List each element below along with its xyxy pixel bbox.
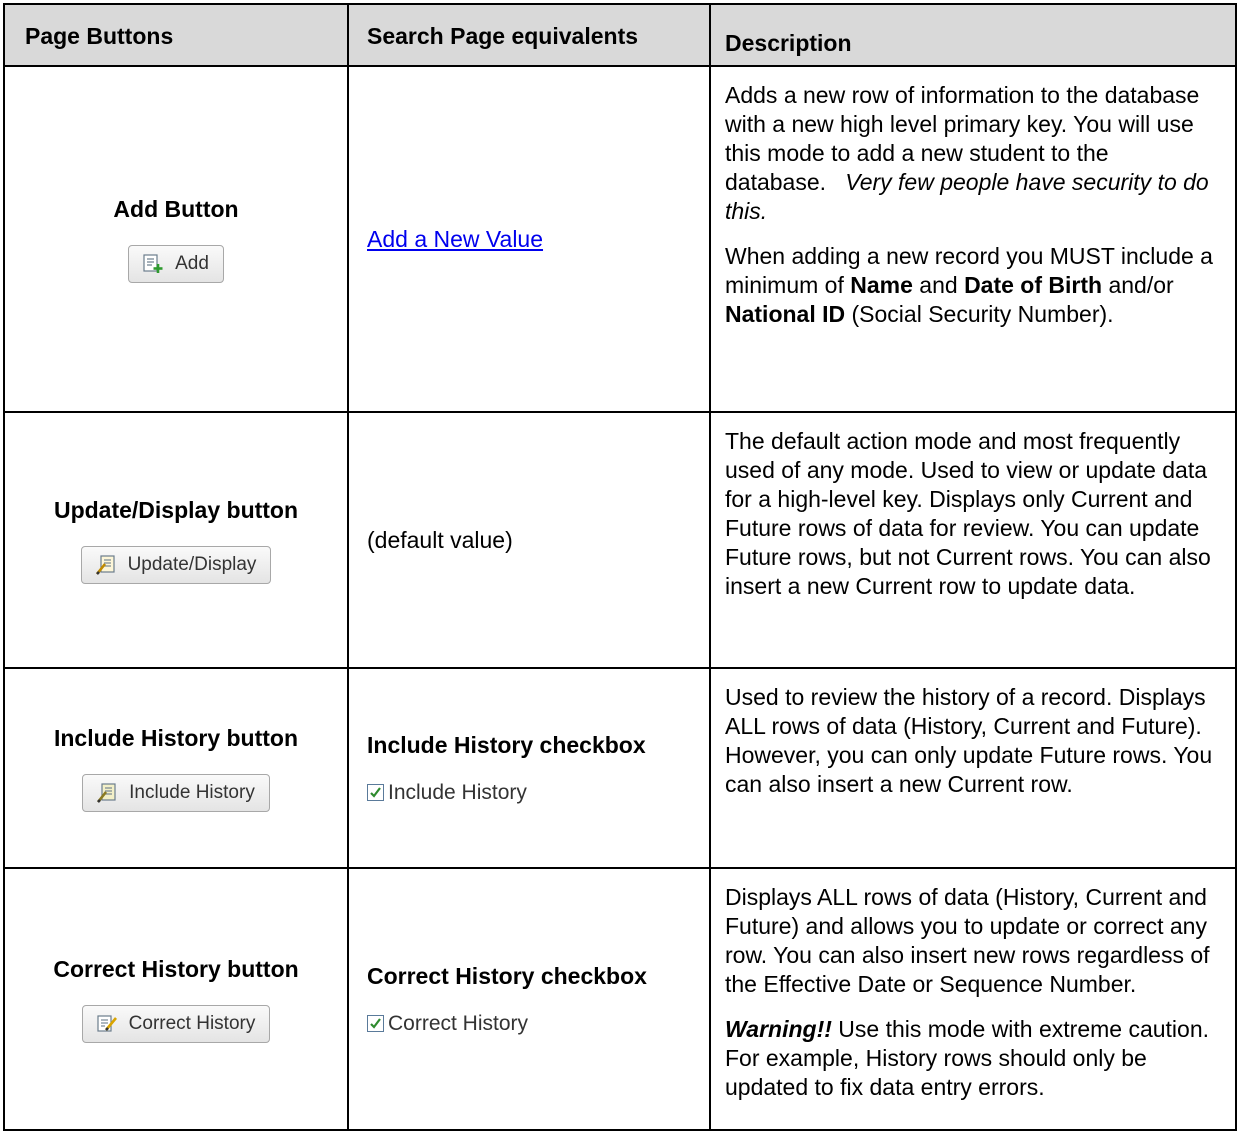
include-history-icon <box>97 782 116 803</box>
update-display-button-title: Update/Display button <box>53 496 299 523</box>
header-search-page-equivalents: Search Page equivalents <box>347 3 711 67</box>
cell-include-history-button: Include History button Include History <box>3 667 349 869</box>
correct-history-checkbox-title: Correct History checkbox <box>367 962 647 989</box>
header-row: Page Buttons Search Page equivalents Des… <box>3 3 1237 67</box>
warning-text: Warning!! <box>725 1016 832 1042</box>
update-display-icon <box>95 554 115 575</box>
add-description-p2: When adding a new record you MUST includ… <box>725 243 1213 327</box>
include-history-description: Used to review the history of a record. … <box>725 684 1213 797</box>
checkmark-icon <box>370 1018 381 1029</box>
header-description: Description <box>709 3 1237 67</box>
add-button[interactable]: Add <box>128 244 224 283</box>
correct-history-icon <box>97 1014 117 1032</box>
include-history-checkbox[interactable] <box>367 784 384 801</box>
include-history-button[interactable]: Include History <box>82 773 270 812</box>
action-modes-table: Page Buttons Search Page equivalents Des… <box>3 3 1237 1131</box>
cell-add-description: Adds a new row of information to the dat… <box>709 65 1237 413</box>
correct-history-checkbox-row: Correct History <box>367 1012 709 1036</box>
table-row-update-display: Update/Display button Update/Display (de… <box>3 411 1237 669</box>
default-value-text: (default value) <box>367 526 513 553</box>
correct-history-button-label: Correct History <box>128 1012 256 1034</box>
cell-update-display-button: Update/Display button Update/Display <box>3 411 349 669</box>
cell-correct-history-description: Displays ALL rows of data (History, Curr… <box>709 867 1237 1131</box>
cell-add-button: Add Button Add <box>3 65 349 413</box>
cell-include-history-search: Include History checkbox Include History <box>347 667 711 869</box>
include-history-checkbox-row: Include History <box>367 781 709 805</box>
cell-correct-history-button: Correct History button Correct History <box>3 867 349 1131</box>
add-button-title: Add Button <box>113 195 239 222</box>
include-history-checkbox-label: Include History <box>388 780 527 804</box>
cell-add-search: Add a New Value <box>347 65 711 413</box>
update-display-button[interactable]: Update/Display <box>80 545 272 584</box>
correct-history-button-title: Correct History button <box>53 955 299 982</box>
include-history-checkbox-title: Include History checkbox <box>367 731 646 758</box>
cell-correct-history-search: Correct History checkbox Correct History <box>347 867 711 1131</box>
include-history-button-label: Include History <box>129 781 255 803</box>
table-row-include-history: Include History button Include History I… <box>3 667 1237 869</box>
add-a-new-value-link[interactable]: Add a New Value <box>367 226 543 252</box>
correct-history-button[interactable]: Correct History <box>81 1004 271 1043</box>
add-description-p1: Adds a new row of information to the dat… <box>725 82 1209 224</box>
header-page-buttons: Page Buttons <box>3 3 349 67</box>
checkmark-icon <box>370 787 381 798</box>
correct-history-checkbox[interactable] <box>367 1015 384 1032</box>
cell-update-display-description: The default action mode and most frequen… <box>709 411 1237 669</box>
correct-history-checkbox-label: Correct History <box>388 1011 529 1035</box>
correct-history-description-p1: Displays ALL rows of data (History, Curr… <box>725 884 1210 997</box>
table-row-add: Add Button Add Add a New Value Adds a ne… <box>3 65 1237 413</box>
table-row-correct-history: Correct History button Correct History C… <box>3 867 1237 1131</box>
cell-update-display-search: (default value) <box>347 411 711 669</box>
update-display-description: The default action mode and most frequen… <box>725 428 1211 599</box>
add-icon <box>143 253 163 273</box>
include-history-button-title: Include History button <box>53 724 299 751</box>
correct-history-description-p2: Warning!! Use this mode with extreme cau… <box>725 1016 1210 1100</box>
update-display-button-label: Update/Display <box>127 553 257 575</box>
cell-include-history-description: Used to review the history of a record. … <box>709 667 1237 869</box>
add-button-label: Add <box>175 252 209 274</box>
